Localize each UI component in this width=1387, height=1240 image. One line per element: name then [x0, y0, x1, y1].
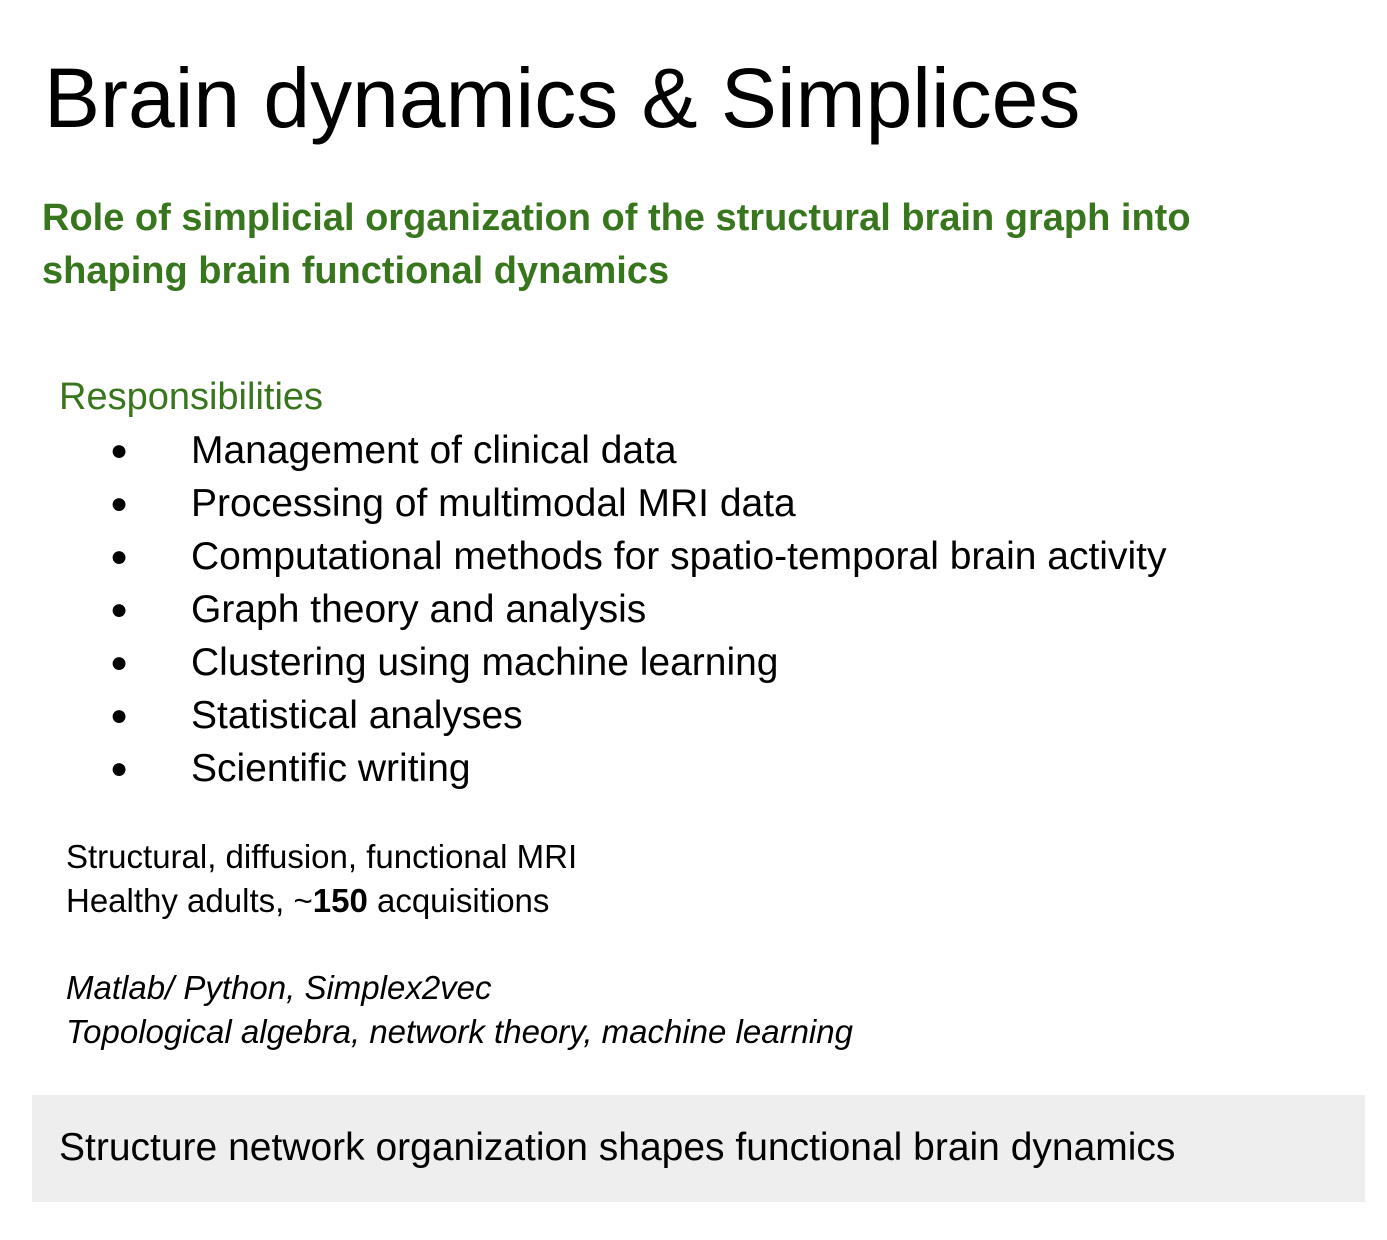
bullet-icon: ● — [109, 540, 129, 573]
summary-banner: Structure network organization shapes fu… — [32, 1095, 1365, 1202]
bullet-icon: ● — [109, 593, 129, 626]
list-item-text: Clustering using machine learning — [191, 641, 779, 684]
list-item-text: Statistical analyses — [191, 694, 523, 737]
bullet-icon: ● — [109, 752, 129, 785]
bullet-icon: ● — [109, 434, 129, 467]
project-subtitle: Role of simplicial organization of the s… — [42, 197, 1191, 292]
population-suffix: acquisitions — [367, 882, 550, 919]
population-text: Healthy adults, ~150 acquisitions — [66, 879, 549, 923]
list-item-text: Computational methods for spatio-tempora… — [191, 535, 1167, 578]
bullet-icon: ● — [109, 699, 129, 732]
list-item-text: Processing of multimodal MRI data — [191, 482, 796, 525]
page-title: Brain dynamics & Simplices — [44, 51, 1081, 145]
bullet-icon: ● — [109, 646, 129, 679]
acquisition-count: 150 — [312, 882, 368, 919]
population-prefix: Healthy adults, ~ — [66, 882, 313, 919]
software-text: Matlab/ Python, Simplex2vec — [66, 969, 492, 1006]
list-item-text: Graph theory and analysis — [191, 588, 647, 631]
modalities-text: Structural, diffusion, functional MRI — [66, 838, 578, 875]
list-item-text: Scientific writing — [191, 747, 471, 790]
responsibilities-heading: Responsibilities — [59, 376, 324, 418]
summary-text: Structure network organization shapes fu… — [59, 1126, 1176, 1169]
methods-text: Topological algebra, network theory, mac… — [66, 1013, 853, 1050]
list-item-text: Management of clinical data — [191, 429, 677, 472]
bullet-icon: ● — [109, 487, 129, 520]
